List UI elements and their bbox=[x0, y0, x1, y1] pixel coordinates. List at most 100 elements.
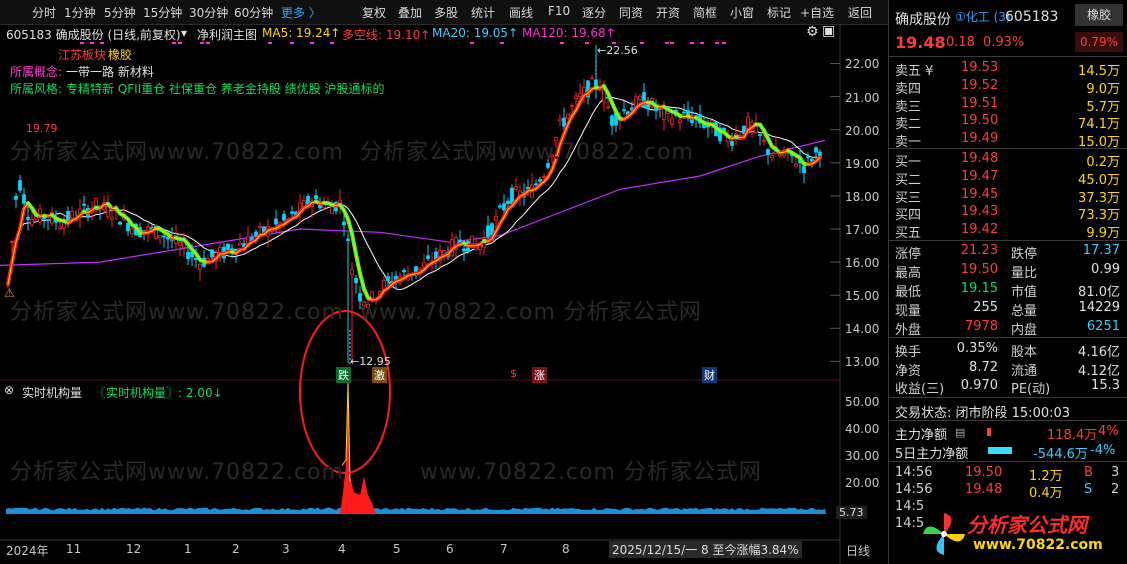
tab-more[interactable]: 更多 〉 bbox=[281, 4, 321, 21]
stat-value: 17.37 bbox=[1082, 243, 1120, 258]
stat-label: 市值 bbox=[1011, 285, 1038, 300]
btn-f10[interactable]: F10 bbox=[548, 4, 570, 18]
bid-volume: 37.3万 bbox=[1078, 190, 1120, 206]
signal-mark bbox=[310, 42, 314, 44]
tick-time: 14:56 bbox=[895, 465, 933, 480]
date-info: 2025/12/15/一 8 至今涨幅3.84% bbox=[609, 541, 802, 558]
event-rise-badge[interactable]: 涨 bbox=[532, 367, 547, 383]
quote-row: 净资 8.72 流通 4.12亿 bbox=[889, 360, 1127, 379]
ask-label: 卖五 ¥ bbox=[895, 64, 934, 79]
candle-body bbox=[746, 116, 750, 129]
btn-restore-rights[interactable]: 复权 bbox=[362, 4, 386, 21]
main-net-label: 主力净额 bbox=[895, 428, 948, 443]
btn-simple-frame[interactable]: 简框 bbox=[693, 4, 717, 21]
stat-label: 内盘 bbox=[1011, 323, 1038, 338]
five-day-net-label: 5日主力净额 bbox=[895, 447, 969, 462]
quote-row: 卖三 19.51 5.7万 bbox=[889, 96, 1127, 115]
tick-time: 14:5 bbox=[895, 516, 925, 531]
candle-body bbox=[526, 186, 530, 190]
tab-15min[interactable]: 15分钟 bbox=[143, 4, 182, 21]
tab-60min[interactable]: 60分钟 bbox=[234, 4, 273, 21]
bid-label: 买五 bbox=[895, 226, 922, 242]
sub-y-label: 50.00 bbox=[845, 395, 880, 409]
btn-per-minute[interactable]: 逐分 bbox=[582, 4, 606, 21]
tab-30min[interactable]: 30分钟 bbox=[189, 4, 228, 21]
quote-row: 14:5 bbox=[889, 499, 1127, 517]
ma5-value: MA5: 19.24↑ bbox=[262, 26, 341, 40]
candle-body bbox=[762, 139, 766, 142]
list-icon[interactable]: ▤ bbox=[955, 426, 965, 439]
candle-body bbox=[682, 111, 686, 114]
quote-row: 买五 19.42 9.9万 bbox=[889, 222, 1127, 242]
tick-time: 14:56 bbox=[895, 482, 933, 497]
stat-value: 0.35% bbox=[956, 341, 998, 356]
quote-row: 14:56 19.50 1.2万 B 3 bbox=[889, 465, 1127, 484]
indicator-dropdown-arrow[interactable]: ▾ bbox=[181, 26, 187, 40]
x-label: 7 bbox=[500, 542, 508, 556]
btn-statistics[interactable]: 统计 bbox=[471, 4, 495, 21]
stat-label: 涨停 bbox=[895, 247, 922, 262]
event-dollar-icon[interactable]: $ bbox=[510, 367, 517, 380]
btn-draw-line[interactable]: 画线 bbox=[509, 4, 533, 21]
chart-title: 605183 确成股份 (日线,前复权) bbox=[6, 28, 181, 42]
ask-volume: 15.0万 bbox=[1078, 135, 1120, 151]
btn-back[interactable]: 返回 bbox=[848, 4, 872, 21]
tab-5min[interactable]: 5分钟 bbox=[104, 4, 136, 21]
candle-body bbox=[766, 149, 770, 155]
indicator-name[interactable]: 净利润主图 bbox=[197, 26, 257, 43]
candle-body bbox=[178, 241, 182, 246]
sub-panel-title[interactable]: 实时机构量 bbox=[22, 384, 82, 401]
quote-row: 外盘 7978 内盘 6251 bbox=[889, 319, 1127, 338]
tab-intraday[interactable]: 分时 bbox=[32, 4, 56, 21]
candle-body bbox=[590, 77, 594, 80]
candle-body bbox=[110, 216, 114, 220]
sector-tag[interactable]: ①化工 (3) bbox=[955, 8, 1011, 25]
x-label: 4 bbox=[338, 542, 346, 556]
main-net-bar bbox=[987, 428, 991, 436]
btn-multi-stock[interactable]: 多股 bbox=[434, 4, 458, 21]
quote-row: 卖二 19.50 74.1万 bbox=[889, 113, 1127, 133]
stat-value: 0.970 bbox=[960, 378, 998, 393]
candle-body bbox=[542, 176, 546, 178]
board-value: 橡胶 bbox=[108, 48, 133, 62]
btn-add-watchlist[interactable]: +自选 bbox=[800, 4, 834, 21]
btn-open-capital[interactable]: 开资 bbox=[656, 4, 680, 21]
quote-row: 涨停 21.23 跌停 17.37 bbox=[889, 243, 1127, 262]
bid-label: 买三 bbox=[895, 190, 922, 206]
stat-label: 净资 bbox=[895, 363, 922, 379]
period-label[interactable]: 日线 bbox=[846, 542, 870, 559]
main-net-pct: 4% bbox=[1098, 424, 1119, 439]
event-surge-badge[interactable]: 激 bbox=[372, 367, 387, 383]
stat-label: 股本 bbox=[1011, 345, 1038, 360]
expand-icon[interactable]: ▣ bbox=[822, 23, 835, 39]
quote-row: 14:5 bbox=[889, 516, 1127, 534]
stat-value: 4.12亿 bbox=[1078, 363, 1120, 379]
tick-side: B bbox=[1084, 465, 1093, 480]
stat-label: 现量 bbox=[895, 304, 922, 319]
btn-mark[interactable]: 标记 bbox=[767, 4, 791, 21]
quote-row: 换手 0.35% 股本 4.16亿 bbox=[889, 341, 1127, 360]
event-finance-badge[interactable]: 财 bbox=[702, 367, 717, 383]
btn-overlay[interactable]: 叠加 bbox=[398, 4, 422, 21]
btn-mini-window[interactable]: 小窗 bbox=[730, 4, 754, 21]
event-fall-badge[interactable]: 跌 bbox=[336, 367, 351, 383]
candle-body bbox=[802, 166, 806, 174]
bid-volume: 9.9万 bbox=[1086, 226, 1120, 242]
candle-body bbox=[30, 219, 34, 226]
tick-time: 14:5 bbox=[895, 499, 925, 514]
sub-last-value: 5.73 bbox=[836, 506, 867, 519]
stock-name: 确成股份 bbox=[895, 12, 951, 28]
kline-chart-area[interactable]: 605183 确成股份 (日线,前复权) ▾ 净利润主图 MA5: 19.24↑… bbox=[0, 23, 887, 564]
tab-1min[interactable]: 1分钟 bbox=[64, 4, 96, 21]
industry-button[interactable]: 橡胶 bbox=[1075, 4, 1123, 26]
highlight-ellipse bbox=[299, 310, 391, 474]
candle-body bbox=[226, 243, 230, 250]
ask-volume: 74.1万 bbox=[1078, 117, 1120, 133]
candle-body bbox=[22, 194, 26, 204]
btn-same-capital[interactable]: 同资 bbox=[619, 4, 643, 21]
sub-panel-close-icon[interactable]: ⊗ bbox=[4, 383, 14, 397]
stat-label: PE(动) bbox=[1011, 382, 1051, 397]
candle-body bbox=[574, 95, 578, 99]
settings-gear-icon[interactable]: ⚙ bbox=[806, 24, 819, 40]
candle-body bbox=[770, 155, 774, 159]
